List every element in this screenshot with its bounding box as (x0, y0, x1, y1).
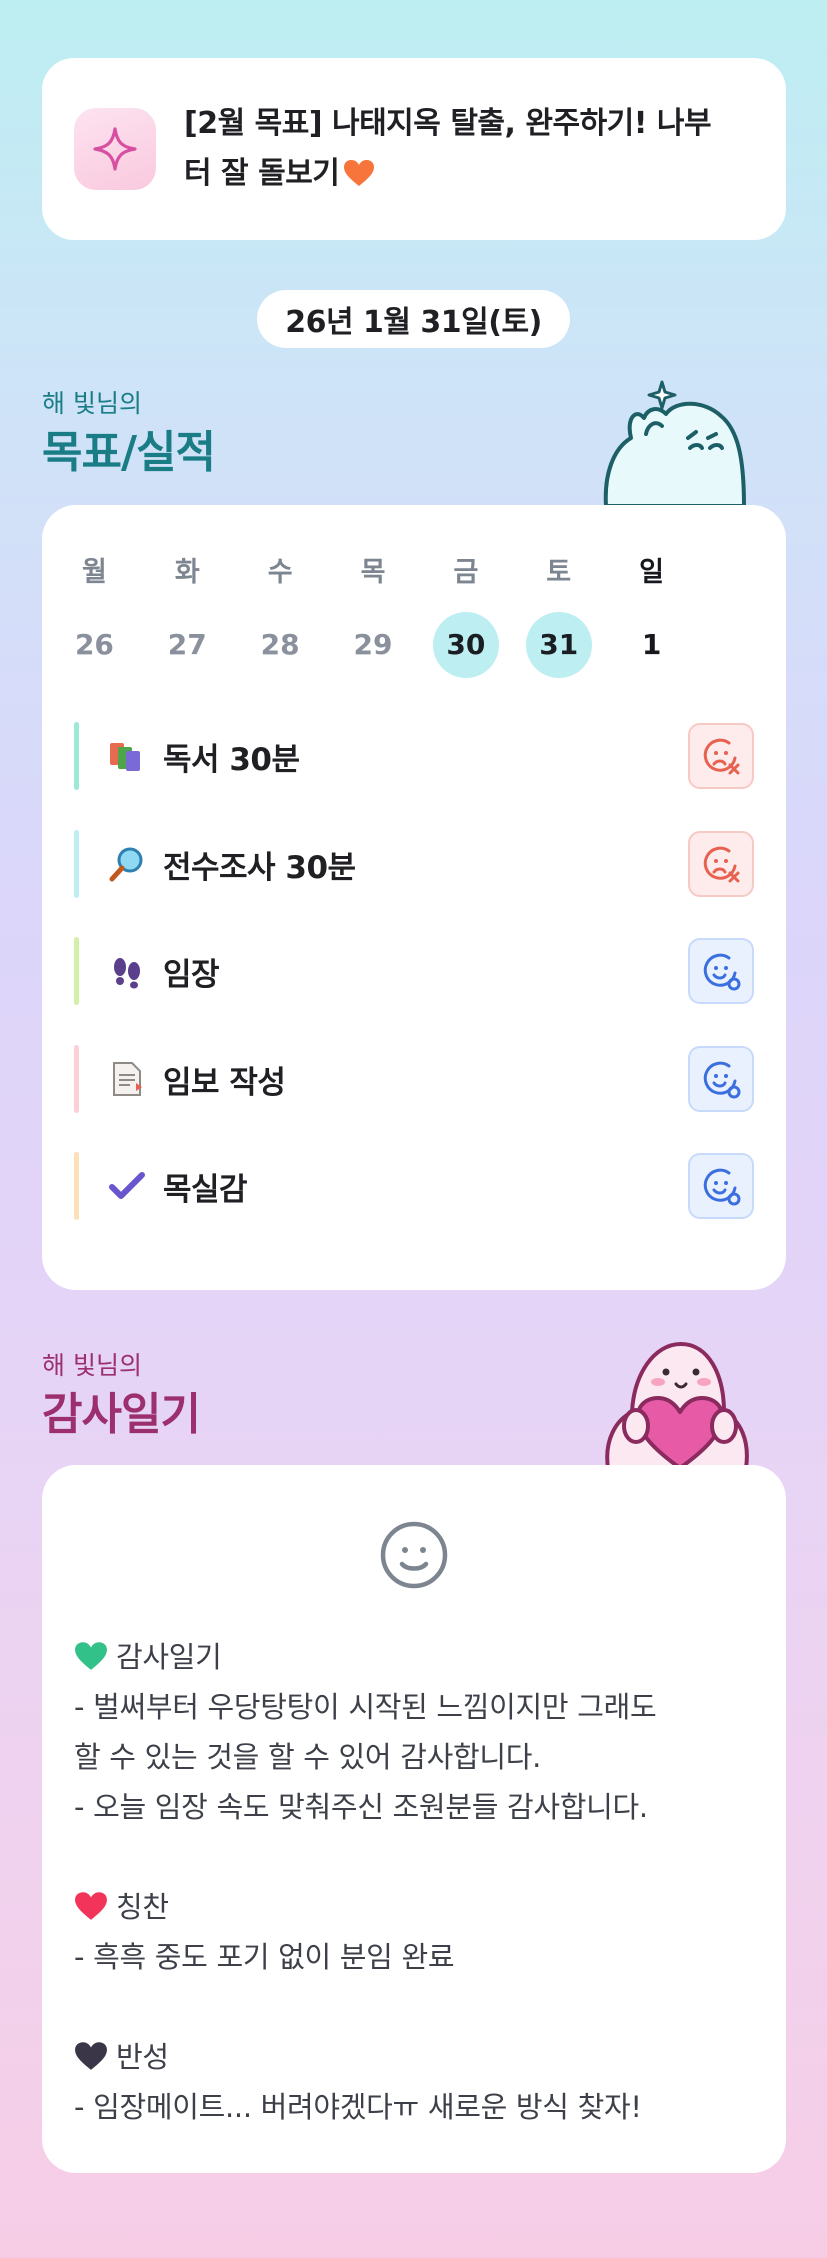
task-color-bar (74, 1045, 79, 1113)
task-color-bar (74, 937, 79, 1005)
diary-line: - 오늘 임장 속도 맞춰주신 조원분들 감사합니다. (74, 1790, 648, 1824)
date-number: 31 (525, 612, 592, 678)
goals-section-subtitle: 해 빛님의 (42, 389, 142, 418)
task-color-bar (74, 722, 79, 790)
goal-line-2: 터 잘 돌보기 (184, 156, 340, 191)
goals-section-title: 목표/실적 (42, 427, 216, 478)
diary-line: - 흑흑 중도 포기 없이 분임 완료 (74, 1940, 455, 1974)
date-number: 26 (74, 628, 114, 661)
heading-text: 반성 (116, 2040, 169, 2074)
happy-face-check-icon (703, 1061, 741, 1099)
heart-holding-mascot-illustration (596, 1340, 756, 1474)
gratitude-section-subtitle: 해 빛님의 (42, 1351, 142, 1380)
weekday-header-row: 월 화 수 목 금 토 일 (48, 550, 698, 589)
task-label: 목실감 (163, 1171, 248, 1208)
date-cell[interactable]: 26 (48, 612, 141, 678)
happy-face-check-icon (703, 1168, 741, 1206)
task-row[interactable]: 목실감 (74, 1152, 754, 1220)
task-row[interactable]: 임보 작성 (74, 1045, 754, 1113)
date-label: 26년 1월 31일(토) (285, 305, 542, 340)
date-selector[interactable]: 26년 1월 31일(토) (257, 290, 570, 348)
date-cell[interactable]: 1 (605, 612, 698, 678)
diary-line: - 임장메이트... 버려야겠다ㅠ 새로운 방식 찾자! (74, 2090, 642, 2124)
monthly-goal-card[interactable]: [2월 목표] 나태지옥 탈출, 완주하기! 나부 터 잘 돌보기 (42, 58, 786, 240)
diary-heading-reflection: 반성 (74, 2034, 169, 2076)
sad-face-x-icon (703, 846, 740, 883)
monthly-goal-text: [2월 목표] 나태지옥 탈출, 완주하기! 나부 터 잘 돌보기 (184, 99, 712, 199)
orange-heart-icon (343, 153, 375, 186)
date-cell[interactable]: 28 (234, 612, 327, 678)
status-failed-button[interactable] (688, 723, 754, 789)
date-cell[interactable]: 27 (141, 612, 234, 678)
date-number: 1 (641, 628, 662, 661)
date-number: 30 (432, 612, 499, 678)
task-label: 전수조사 30분 (163, 849, 356, 886)
heading-text: 감사일기 (116, 1640, 222, 1674)
weekday-thu: 목 (360, 557, 386, 588)
black-heart-icon (74, 2041, 108, 2071)
date-cell[interactable]: 29 (327, 612, 420, 678)
weekday-tue: 화 (174, 557, 200, 588)
books-icon (107, 736, 147, 776)
task-color-bar (74, 830, 79, 898)
thumbs-up-mascot-illustration (596, 378, 756, 512)
gratitude-section-title: 감사일기 (42, 1389, 201, 1440)
footprints-icon (107, 951, 147, 991)
happy-face-check-icon (703, 953, 741, 991)
weekday-mon: 월 (82, 557, 107, 588)
magnifier-icon (107, 844, 147, 884)
task-label: 임보 작성 (163, 1064, 286, 1101)
weekday-wed: 수 (267, 557, 293, 588)
task-color-bar (74, 1152, 79, 1220)
diary-line: 할 수 있는 것을 할 수 있어 감사합니다. (74, 1740, 542, 1774)
status-done-button[interactable] (688, 1046, 754, 1112)
weekday-sun: 일 (639, 557, 664, 588)
diary-line: - 벌써부터 우당탕탕이 시작된 느낌이지만 그래도 (74, 1690, 657, 1724)
date-row: 26 27 28 29 30 31 1 (48, 612, 698, 678)
diary-heading-praise: 칭찬 (74, 1884, 169, 1926)
heading-text: 칭찬 (116, 1890, 169, 1924)
sad-face-x-icon (703, 738, 740, 775)
date-cell-selected[interactable]: 31 (512, 612, 605, 678)
weekday-sat: 토 (546, 557, 572, 588)
date-number: 29 (353, 628, 393, 661)
status-failed-button[interactable] (688, 831, 754, 897)
date-number: 27 (167, 628, 207, 661)
document-icon (107, 1059, 147, 1099)
status-done-button[interactable] (688, 1153, 754, 1219)
task-row[interactable]: 독서 30분 (74, 722, 754, 790)
status-done-button[interactable] (688, 938, 754, 1004)
date-number: 28 (260, 628, 300, 661)
task-row[interactable]: 전수조사 30분 (74, 830, 754, 898)
checkmark-icon (107, 1166, 147, 1206)
red-heart-icon (74, 1891, 108, 1921)
date-cell-selected[interactable]: 30 (419, 612, 512, 678)
goal-line-1: [2월 목표] 나태지옥 탈출, 완주하기! 나부 (184, 106, 712, 141)
sparkle-icon (74, 108, 156, 190)
smile-icon[interactable] (379, 1520, 449, 1594)
diary-heading-gratitude: 감사일기 (74, 1634, 222, 1676)
green-heart-icon (74, 1641, 108, 1671)
weekday-fri: 금 (453, 557, 479, 588)
task-label: 독서 30분 (163, 741, 300, 778)
task-label: 임장 (163, 956, 220, 993)
task-row[interactable]: 임장 (74, 937, 754, 1005)
